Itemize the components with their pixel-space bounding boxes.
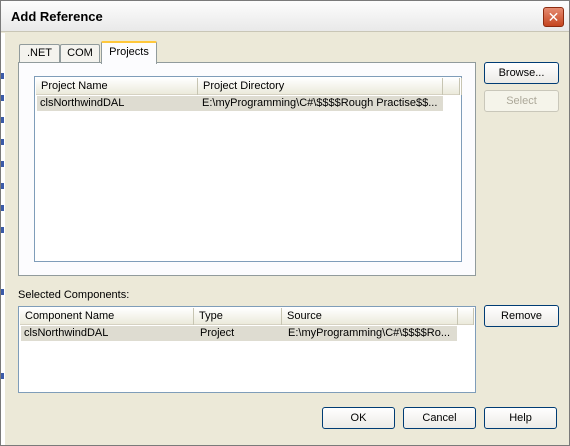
- component-name-cell: clsNorthwindDAL: [24, 327, 109, 339]
- projects-tab-panel: Project Name Project Directory clsNorthw…: [18, 62, 476, 276]
- close-button[interactable]: ✕: [543, 7, 564, 27]
- close-icon: ✕: [547, 9, 560, 25]
- cancel-button[interactable]: Cancel: [403, 407, 476, 429]
- select-button[interactable]: Select: [484, 90, 559, 112]
- projects-list-header: Project Name Project Directory: [36, 78, 462, 95]
- tab-label: Projects: [109, 46, 149, 58]
- selected-components-list[interactable]: Component Name Type Source clsNorthwindD…: [18, 306, 476, 393]
- selected-components-header: Component Name Type Source: [20, 308, 474, 325]
- window-title: Add Reference: [11, 9, 103, 24]
- list-item[interactable]: clsNorthwindDAL E:\myProgramming\C#\$$$$…: [37, 96, 443, 111]
- help-button[interactable]: Help: [484, 407, 557, 429]
- tab-label: .NET: [26, 47, 53, 59]
- column-header-type[interactable]: Type: [194, 308, 282, 325]
- column-header-filler: [458, 308, 474, 325]
- list-item[interactable]: clsNorthwindDAL Project E:\myProgramming…: [21, 326, 457, 341]
- column-header-source[interactable]: Source: [282, 308, 458, 325]
- tab-projects[interactable]: Projects: [101, 41, 157, 64]
- project-name-cell: clsNorthwindDAL: [40, 97, 125, 109]
- projects-list[interactable]: Project Name Project Directory clsNorthw…: [34, 76, 462, 262]
- column-header-project-directory[interactable]: Project Directory: [198, 78, 462, 95]
- selected-components-label: Selected Components:: [18, 289, 130, 301]
- component-source-cell: E:\myProgramming\C#\$$$$Ro...: [288, 327, 451, 339]
- tab-dotnet[interactable]: .NET: [19, 44, 60, 63]
- column-header-filler: [442, 78, 460, 95]
- component-type-cell: Project: [200, 327, 235, 339]
- browse-button[interactable]: Browse...: [484, 62, 559, 84]
- tab-label: COM: [67, 47, 93, 59]
- column-header-project-name[interactable]: Project Name: [36, 78, 198, 95]
- remove-button[interactable]: Remove: [484, 305, 559, 327]
- background-window-edge: [1, 33, 5, 445]
- column-header-component-name[interactable]: Component Name: [20, 308, 194, 325]
- project-directory-cell: E:\myProgramming\C#\$$$$Rough Practise$$…: [202, 97, 438, 109]
- add-reference-dialog: Add Reference ✕ .NET COM Projects Projec…: [0, 0, 570, 446]
- title-bar[interactable]: Add Reference ✕: [1, 1, 569, 32]
- tab-com[interactable]: COM: [60, 44, 100, 63]
- ok-button[interactable]: OK: [322, 407, 395, 429]
